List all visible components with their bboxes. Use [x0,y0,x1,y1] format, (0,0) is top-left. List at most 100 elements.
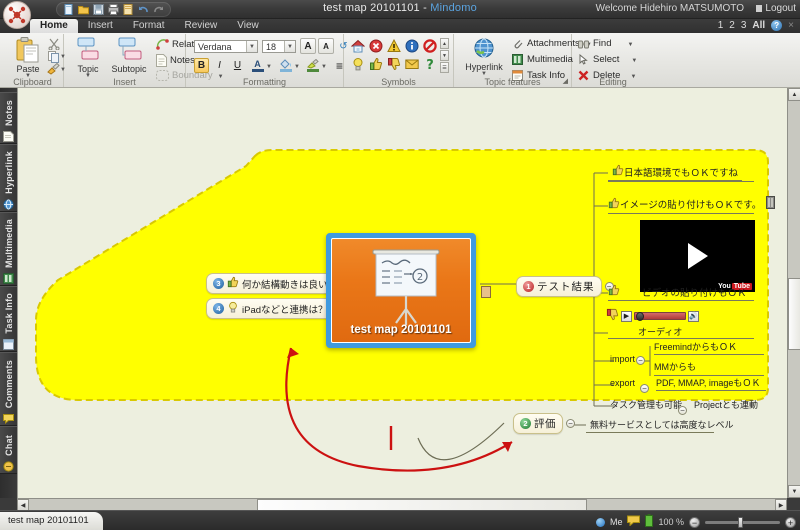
page-3[interactable]: 3 [741,20,747,31]
select-button[interactable]: Select ▼ [578,54,637,65]
question-symbol-icon[interactable]: ? [422,56,437,71]
font-family-chevron-down-icon[interactable]: ▼ [246,41,257,52]
error-symbol-icon[interactable] [368,38,383,53]
right-child-1[interactable]: 日本語環境でもＯＫですね [608,164,743,181]
logout-button[interactable]: Logout [756,3,796,14]
import-node-label[interactable]: import [610,354,635,364]
insert-subtopic-button[interactable]: Subtopic [106,37,152,79]
left-node-3[interactable]: 3 何か結構動きは良い [206,273,335,294]
sidebar-item-multimedia[interactable]: Multimedia [0,212,17,286]
chat-bubble-icon[interactable] [627,515,641,529]
warning-symbol-icon[interactable] [386,38,401,53]
scroll-down-button[interactable]: ▼ [788,485,800,498]
left-node-3-bubble[interactable]: 3 何か結構動きは良い [206,273,335,294]
export-child-1[interactable]: PDF, MMAP, imageもＯＫ [656,376,760,389]
idea-symbol-icon[interactable] [350,56,365,71]
font-color-chevron-down-icon[interactable]: ▼ [266,64,272,70]
app-logo-icon[interactable] [3,1,31,29]
italic-button[interactable]: I [212,58,227,73]
font-size-select[interactable]: 18 ▼ [262,40,296,53]
task-child-1[interactable]: Projectとも連動 [694,398,758,411]
font-family-select[interactable]: Verdana ▼ [194,40,258,53]
thumbs-up-symbol-icon[interactable] [368,56,383,71]
select-chevron-down-icon[interactable]: ▼ [631,58,637,64]
page-all[interactable]: All [752,20,765,31]
symbols-scroll-down-button[interactable]: ▼ [440,50,449,61]
import-child-2[interactable]: MMからも [654,360,696,373]
export-node-label[interactable]: export [610,378,635,388]
sidebar-item-hyperlink[interactable]: Hyperlink [0,144,17,212]
tab-view[interactable]: View [227,19,269,33]
right-child-3[interactable]: ビデオの貼り付けもＯＫ [608,284,747,299]
underline-button[interactable]: U [230,58,245,73]
zoom-in-button[interactable]: + [785,516,796,528]
font-size-chevron-down-icon[interactable]: ▼ [284,41,295,52]
sidebar-item-notes[interactable]: Notes [0,92,17,144]
grow-font-button[interactable]: A [300,38,316,54]
shrink-font-button[interactable]: A [318,38,334,54]
scroll-up-button[interactable]: ▲ [788,88,800,101]
right-main-node-bubble[interactable]: 1 テスト結果 [516,276,602,297]
import-collapse-button[interactable]: − [636,356,645,365]
zoom-slider-knob[interactable] [738,516,743,528]
info-symbol-icon[interactable] [404,38,419,53]
tab-review[interactable]: Review [174,19,227,33]
audio-play-button[interactable]: ▶ [621,310,632,322]
right-child-4[interactable]: ▶ 🔊 [606,308,699,324]
format-painter-button[interactable] [46,62,60,78]
find-button[interactable]: Find ▼ [578,38,633,49]
right-child-2[interactable]: イメージの貼り付けもＯＫです。 [608,196,776,212]
audio-player[interactable]: ▶ 🔊 [621,310,699,322]
bottom-node-2-bubble[interactable]: 2 評価 [513,413,563,434]
topic-resize-handle[interactable] [481,286,491,298]
import-child-1[interactable]: FreemindからもＯＫ [654,340,737,353]
home-symbol-icon[interactable] [350,38,365,53]
left-node-4-bubble[interactable]: 4 iPadなどと連携は？ [206,298,335,319]
bottom-child-label[interactable]: 無料サービスとしては高度なレベル [590,418,734,431]
sidebar-item-task-info[interactable]: Task Info [0,286,17,352]
right-main-node[interactable]: 1 テスト結果 − [516,276,614,297]
audio-volume-button[interactable]: 🔊 [688,310,699,322]
bottom-node-2-collapse-button[interactable]: − [566,419,575,428]
audio-progress-track[interactable] [634,312,686,321]
image-attachment-icon[interactable] [766,196,776,212]
thumbs-down-symbol-icon[interactable] [386,56,401,71]
left-node-4[interactable]: 4 iPadなどと連携は？ [206,298,335,319]
zoom-slider-track[interactable] [705,516,780,528]
play-button-icon[interactable] [687,243,708,269]
highlight-chevron-down-icon[interactable]: ▼ [321,64,327,70]
document-tab[interactable]: test map 20101101 [0,512,103,530]
fill-color-button[interactable] [278,58,293,73]
sidebar-item-comments[interactable]: Comments [0,352,17,426]
highlight-button[interactable] [305,58,320,73]
audio-progress-knob[interactable] [636,312,644,321]
fill-color-chevron-down-icon[interactable]: ▼ [294,64,300,70]
tab-insert[interactable]: Insert [78,19,123,33]
symbols-scroll-up-button[interactable]: ▲ [440,38,449,49]
youtube-video-embed[interactable]: You Tube [640,220,755,292]
zoom-out-button[interactable]: − [689,516,700,528]
find-chevron-down-icon[interactable]: ▼ [627,42,633,48]
forbidden-symbol-icon[interactable] [422,38,437,53]
bottom-node-2[interactable]: 2 評価 − [513,413,575,434]
mindmap-canvas[interactable]: 3 何か結構動きは良い 4 iPadなどと連携は？ 2 test map 201… [17,88,787,498]
help-icon[interactable]: ? [771,20,783,31]
vertical-scroll-thumb[interactable] [788,278,800,350]
task-collapse-button[interactable]: − [678,406,687,415]
font-color-button[interactable]: A [250,58,265,73]
export-collapse-button[interactable]: − [640,384,649,393]
hyperlink-button[interactable]: Hyperlink ▼ [460,37,508,77]
symbols-more-button[interactable]: ☰ [440,62,449,73]
page-1[interactable]: 1 [718,20,724,31]
bold-button[interactable]: B [194,58,209,73]
task-node-label[interactable]: タスク管理も可能 [610,398,682,411]
hyperlink-dropdown-arrow-icon[interactable]: ▼ [481,71,487,77]
tab-home[interactable]: Home [30,19,78,33]
paste-button[interactable]: Paste ▼ [10,37,46,79]
insert-topic-button[interactable]: Topic ▼ [68,37,108,79]
page-2[interactable]: 2 [729,20,735,31]
vertical-scrollbar[interactable]: ▲ ▼ [787,88,800,498]
tab-format[interactable]: Format [123,19,175,33]
mail-symbol-icon[interactable] [404,56,419,71]
horizontal-scrollbar[interactable]: ◀ ▶ [17,498,787,511]
